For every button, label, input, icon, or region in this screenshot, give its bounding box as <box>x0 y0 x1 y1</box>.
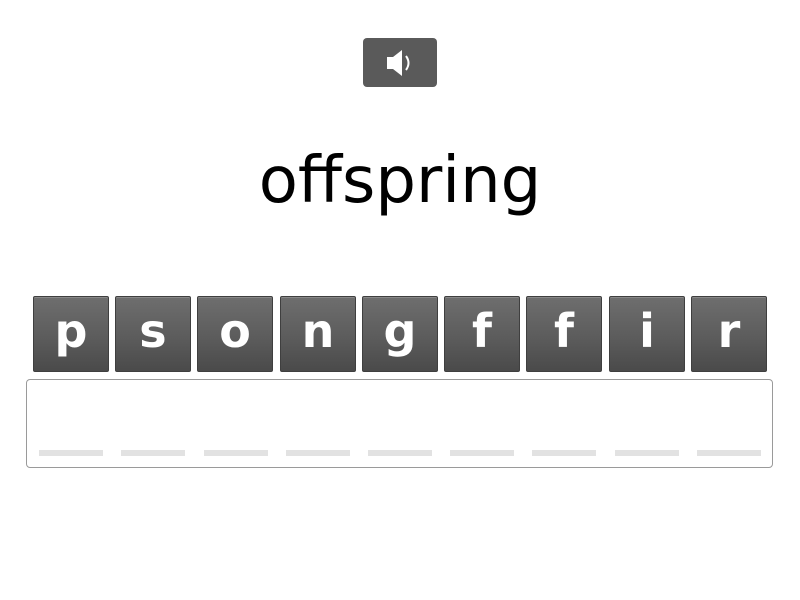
letter-tile[interactable]: s <box>115 296 191 372</box>
answer-slot[interactable] <box>286 450 350 456</box>
answer-slot[interactable] <box>121 450 185 456</box>
target-word: offspring <box>258 144 542 218</box>
letter-tile[interactable]: n <box>280 296 356 372</box>
letter-tile[interactable]: p <box>33 296 109 372</box>
letter-tile[interactable]: f <box>444 296 520 372</box>
letter-tile[interactable]: g <box>362 296 438 372</box>
letter-tile[interactable]: i <box>609 296 685 372</box>
answer-slot[interactable] <box>39 450 103 456</box>
letter-tile[interactable]: f <box>526 296 602 372</box>
answer-area[interactable] <box>26 379 773 468</box>
answer-slot[interactable] <box>450 450 514 456</box>
answer-slot[interactable] <box>204 450 268 456</box>
play-audio-button[interactable] <box>363 38 437 87</box>
letter-tile[interactable]: o <box>197 296 273 372</box>
letter-tile[interactable]: r <box>691 296 767 372</box>
answer-slot[interactable] <box>615 450 679 456</box>
speaker-icon <box>383 46 417 80</box>
answer-slot[interactable] <box>532 450 596 456</box>
answer-slot[interactable] <box>368 450 432 456</box>
letter-tiles: p s o n g f f i r <box>33 296 773 372</box>
answer-slot[interactable] <box>697 450 761 456</box>
